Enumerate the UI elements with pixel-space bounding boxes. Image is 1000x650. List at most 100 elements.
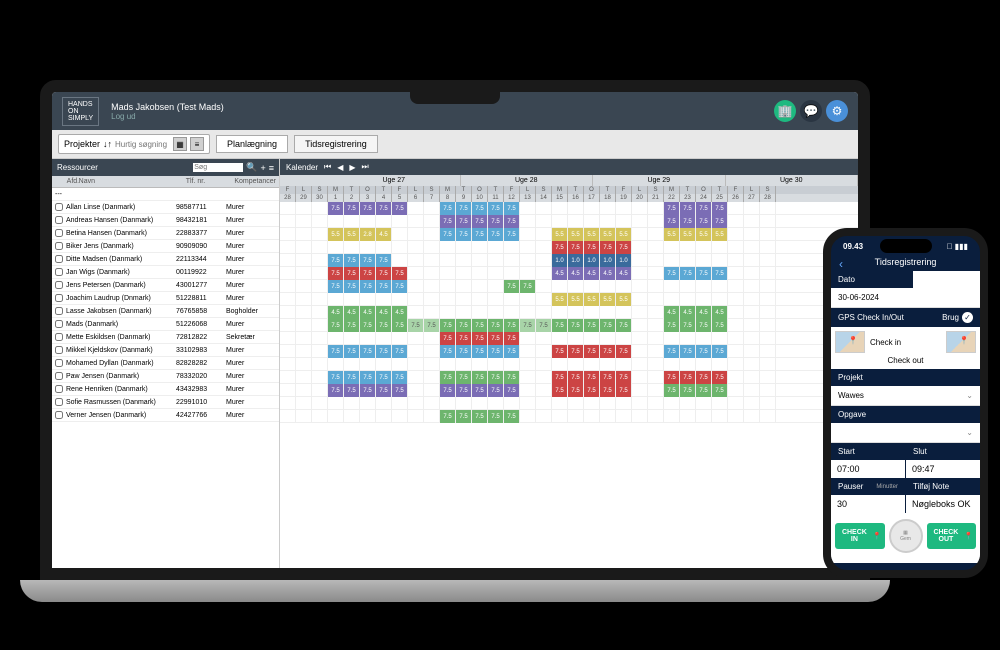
resource-row[interactable]: Jens Petersen (Danmark)43001277Murer [52, 279, 279, 292]
resource-checkbox[interactable] [55, 203, 63, 211]
resource-row[interactable]: Paw Jensen (Danmark)78332020Murer [52, 370, 279, 383]
calendar-cell[interactable]: 7.5 [712, 384, 728, 397]
calendar-cell[interactable]: 7.5 [696, 202, 712, 215]
projekt-select[interactable]: Wawes⌄ [831, 386, 980, 406]
calendar-cell[interactable]: 4.5 [680, 306, 696, 319]
quick-search-input[interactable] [115, 140, 170, 149]
calendar-cell[interactable]: 7.5 [392, 280, 408, 293]
calendar-cell[interactable]: 7.5 [680, 215, 696, 228]
calendar-cell[interactable]: 7.5 [392, 267, 408, 280]
calendar-cell[interactable]: 4.5 [600, 267, 616, 280]
slut-input[interactable] [906, 460, 980, 478]
calendar-cell[interactable]: 7.5 [328, 254, 344, 267]
calendar-cell[interactable]: 7.5 [456, 332, 472, 345]
calendar-cell[interactable]: 7.5 [504, 202, 520, 215]
calendar-cell[interactable]: 7.5 [472, 319, 488, 332]
calendar-cell[interactable]: 7.5 [328, 345, 344, 358]
resource-row[interactable]: Ditte Madsen (Danmark)22113344Murer [52, 253, 279, 266]
calendar-cell[interactable]: 7.5 [504, 345, 520, 358]
add-icon[interactable]: + [260, 163, 265, 173]
more-icon[interactable]: ≡ [269, 163, 274, 173]
calendar-cell[interactable]: 7.5 [376, 319, 392, 332]
calendar-cell[interactable]: 7.5 [504, 410, 520, 423]
calendar-cell[interactable]: 7.5 [488, 410, 504, 423]
calendar-cell[interactable]: 7.5 [360, 280, 376, 293]
calendar-cell[interactable]: 7.5 [680, 345, 696, 358]
calendar-cell[interactable]: 7.5 [712, 319, 728, 332]
resource-row[interactable]: Verner Jensen (Danmark)42427766Murer [52, 409, 279, 422]
resource-row[interactable]: Mads (Danmark)51226068Murer [52, 318, 279, 331]
calendar-cell[interactable]: 5.5 [584, 228, 600, 241]
resource-checkbox[interactable] [55, 320, 63, 328]
calendar-cell[interactable]: 5.5 [664, 228, 680, 241]
calendar-cell[interactable]: 7.5 [568, 241, 584, 254]
resource-checkbox[interactable] [55, 372, 63, 380]
calendar-cell[interactable]: 7.5 [424, 319, 440, 332]
calendar-cell[interactable]: 7.5 [344, 345, 360, 358]
calendar-cell[interactable]: 4.5 [376, 306, 392, 319]
calendar-cell[interactable]: 1.0 [584, 254, 600, 267]
calendar-cell[interactable]: 7.5 [600, 371, 616, 384]
calendar-cell[interactable]: 7.5 [328, 371, 344, 384]
nav-next-icon[interactable]: ▶ [349, 163, 355, 172]
calendar-cell[interactable]: 7.5 [472, 202, 488, 215]
calendar-cell[interactable]: 7.5 [600, 384, 616, 397]
calendar-cell[interactable]: 7.5 [360, 384, 376, 397]
calendar-cell[interactable]: 4.5 [344, 306, 360, 319]
nav-prev-icon[interactable]: ◀ [337, 163, 343, 172]
calendar-cell[interactable]: 7.5 [696, 267, 712, 280]
resource-checkbox[interactable] [55, 346, 63, 354]
resource-row[interactable]: Allan Linse (Danmark)98587711Murer [52, 201, 279, 214]
calendar-cell[interactable]: 7.5 [504, 280, 520, 293]
calendar-cell[interactable]: 7.5 [600, 319, 616, 332]
calendar-cell[interactable]: 7.5 [552, 319, 568, 332]
calendar-cell[interactable]: 7.5 [376, 371, 392, 384]
calendar-cell[interactable]: 4.5 [712, 306, 728, 319]
calendar-cell[interactable]: 7.5 [568, 384, 584, 397]
calendar-cell[interactable]: 5.5 [616, 228, 632, 241]
calendar-cell[interactable]: 7.5 [520, 319, 536, 332]
calendar-cell[interactable]: 7.5 [584, 319, 600, 332]
calendar-cell[interactable]: 7.5 [664, 319, 680, 332]
calendar-cell[interactable]: 7.5 [360, 319, 376, 332]
resources-search-input[interactable] [193, 163, 243, 172]
calendar-cell[interactable]: 7.5 [520, 280, 536, 293]
checkin-map[interactable]: 📍 [835, 331, 865, 353]
calendar-cell[interactable]: 7.5 [344, 319, 360, 332]
calendar-cell[interactable]: 7.5 [712, 215, 728, 228]
resource-row[interactable]: Mohamed Dyllan (Danmark)82828282Murer [52, 357, 279, 370]
calendar-cell[interactable]: 7.5 [440, 345, 456, 358]
calendar-cell[interactable]: 7.5 [392, 345, 408, 358]
opgave-select[interactable]: ⌄ [831, 423, 980, 443]
checkout-button[interactable]: CHECK OUT 📍 [927, 523, 977, 549]
calendar-cell[interactable]: 4.5 [664, 306, 680, 319]
resource-checkbox[interactable] [55, 268, 63, 276]
calendar-cell[interactable]: 7.5 [328, 280, 344, 293]
calendar-cell[interactable]: 5.5 [600, 228, 616, 241]
calendar-cell[interactable]: 7.5 [504, 228, 520, 241]
calendar-cell[interactable]: 7.5 [696, 345, 712, 358]
resource-row[interactable]: Rene Henriken (Danmark)43432983Murer [52, 383, 279, 396]
calendar-cell[interactable]: 7.5 [360, 267, 376, 280]
resource-checkbox[interactable] [55, 359, 63, 367]
resource-row[interactable]: Mette Eskildsen (Danmark)72812822Sekretæ… [52, 331, 279, 344]
calendar-cell[interactable]: 7.5 [456, 345, 472, 358]
calendar-cell[interactable]: 7.5 [472, 228, 488, 241]
calendar-cell[interactable]: 5.5 [552, 228, 568, 241]
calendar-cell[interactable]: 7.5 [664, 345, 680, 358]
calendar-cell[interactable]: 7.5 [472, 384, 488, 397]
calendar-cell[interactable]: 4.5 [584, 267, 600, 280]
resource-checkbox[interactable] [55, 294, 63, 302]
calendar-cell[interactable]: 7.5 [376, 384, 392, 397]
calendar-cell[interactable]: 7.5 [664, 215, 680, 228]
calendar-cell[interactable]: 7.5 [504, 319, 520, 332]
back-icon[interactable]: ‹ [839, 257, 843, 271]
calendar-cell[interactable]: 7.5 [440, 371, 456, 384]
calendar-cell[interactable]: 5.5 [344, 228, 360, 241]
resource-checkbox[interactable] [55, 385, 63, 393]
calendar-cell[interactable]: 7.5 [456, 371, 472, 384]
calendar-cell[interactable]: 1.0 [568, 254, 584, 267]
resource-row[interactable]: Joachim Laudrup (Dnmark)51228811Murer [52, 292, 279, 305]
calendar-cell[interactable]: 4.5 [552, 267, 568, 280]
chat-icon[interactable]: 💬 [800, 100, 822, 122]
